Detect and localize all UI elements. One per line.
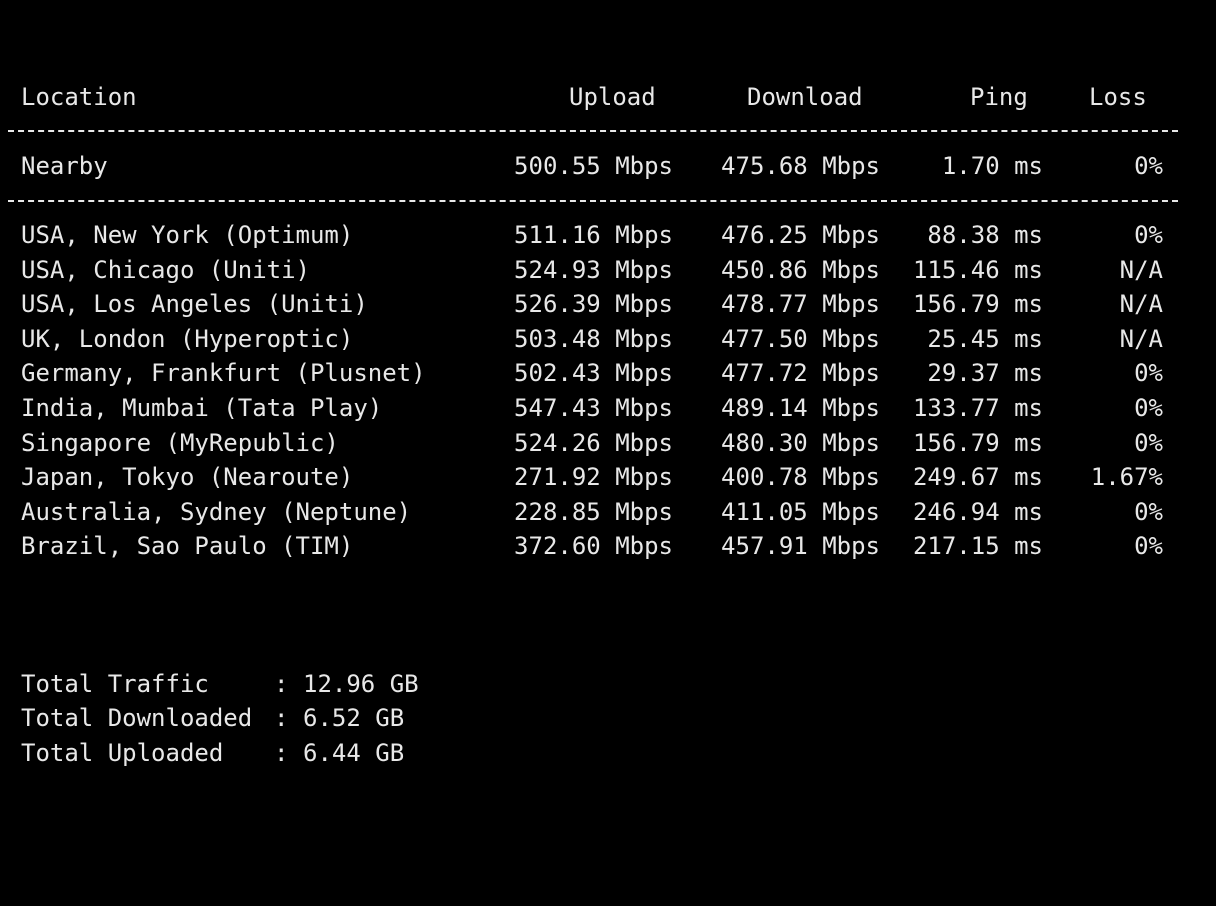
table-row: Japan, Tokyo (Nearoute) 271.92 Mbps 400.78… bbox=[0, 460, 1216, 494]
row-download: 411.05 Mbps bbox=[721, 497, 880, 526]
results-table-body: USA, New York (Optimum) 511.16 Mbps 476.25… bbox=[0, 218, 1216, 568]
row-download: 400.78 Mbps bbox=[721, 463, 880, 492]
row-location: USA, Chicago (Uniti) bbox=[21, 255, 310, 284]
row-upload: 372.60 Mbps bbox=[514, 532, 673, 561]
row-download: 450.86 Mbps bbox=[721, 255, 880, 284]
header-divider bbox=[8, 130, 1178, 132]
row-loss: 0% bbox=[1134, 428, 1163, 457]
header-ping: Ping bbox=[970, 83, 1028, 111]
row-ping: 156.79 ms bbox=[912, 428, 1043, 457]
summary-label: Total Uploaded bbox=[21, 739, 224, 767]
nearby-divider bbox=[8, 200, 1178, 202]
row-location: India, Mumbai (Tata Play) bbox=[21, 394, 383, 422]
table-row: Singapore (MyRepublic) 524.26 Mbps 480.30 … bbox=[0, 426, 1216, 460]
row-loss: 0% bbox=[1134, 359, 1163, 388]
table-row: Australia, Sydney (Neptune) 228.85 Mbps 41… bbox=[0, 495, 1216, 529]
row-loss: N/A bbox=[1119, 255, 1163, 284]
nearby-loss: 0% bbox=[1134, 152, 1163, 180]
row-upload: 503.48 Mbps bbox=[514, 324, 673, 353]
row-location: Japan, Tokyo (Nearoute) bbox=[21, 463, 354, 492]
row-download: 476.25 Mbps bbox=[721, 221, 880, 249]
row-location: Singapore (MyRepublic) bbox=[21, 428, 339, 457]
table-row: India, Mumbai (Tata Play) 547.43 Mbps 489.… bbox=[0, 391, 1216, 425]
table-row: USA, Chicago (Uniti) 524.93 Mbps 450.86 Mb… bbox=[0, 253, 1216, 287]
summary-value: 6.44 GB bbox=[303, 739, 405, 767]
summary-value: 12.96 GB bbox=[303, 670, 419, 698]
row-location: Germany, Frankfurt (Plusnet) bbox=[21, 359, 426, 388]
row-ping: 88.38 ms bbox=[927, 221, 1043, 249]
row-download: 480.30 Mbps bbox=[721, 428, 880, 457]
row-ping: 115.46 ms bbox=[912, 255, 1043, 284]
table-header-row: Location Upload Download Ping Loss bbox=[0, 80, 1216, 114]
nearby-row: Nearby 500.55 Mbps 475.68 Mbps 1.70 ms 0… bbox=[0, 149, 1216, 183]
row-upload: 502.43 Mbps bbox=[514, 359, 673, 388]
nearby-download: 475.68 Mbps bbox=[721, 152, 880, 180]
nearby-upload: 500.55 Mbps bbox=[514, 152, 673, 180]
row-location: UK, London (Hyperoptic) bbox=[21, 324, 354, 353]
row-upload: 271.92 Mbps bbox=[514, 463, 673, 492]
table-row: Brazil, Sao Paulo (TIM) 372.60 Mbps 457.91… bbox=[0, 529, 1216, 563]
row-loss: 0% bbox=[1134, 497, 1163, 526]
row-upload: 547.43 Mbps bbox=[514, 394, 673, 422]
table-row: Germany, Frankfurt (Plusnet) 502.43 Mbps 4… bbox=[0, 356, 1216, 390]
header-download: Download bbox=[747, 83, 863, 111]
row-location: USA, New York (Optimum) bbox=[21, 221, 354, 249]
summary-label: Total Traffic bbox=[21, 670, 209, 698]
row-loss: N/A bbox=[1119, 324, 1163, 353]
row-upload: 526.39 Mbps bbox=[514, 290, 673, 319]
nearby-ping: 1.70 ms bbox=[941, 152, 1043, 180]
summary-label: Total Downloaded bbox=[21, 704, 253, 732]
row-loss: 1.67% bbox=[1090, 463, 1163, 492]
summary-separator: : bbox=[274, 739, 289, 767]
row-ping: 249.67 ms bbox=[912, 463, 1043, 492]
row-location: Brazil, Sao Paulo (TIM) bbox=[21, 532, 354, 561]
summary-total-downloaded: Total Downloaded : 6.52 GB bbox=[0, 701, 1216, 735]
summary-value: 6.52 GB bbox=[303, 704, 405, 732]
row-ping: 25.45 ms bbox=[927, 324, 1043, 353]
row-ping: 217.15 ms bbox=[912, 532, 1043, 561]
header-location: Location bbox=[21, 83, 137, 111]
row-download: 489.14 Mbps bbox=[721, 394, 880, 422]
row-location: USA, Los Angeles (Uniti) bbox=[21, 290, 368, 319]
terminal-window: Location Upload Download Ping Loss Nearb… bbox=[0, 0, 1216, 864]
summary-separator: : bbox=[274, 670, 289, 698]
row-download: 457.91 Mbps bbox=[721, 532, 880, 561]
row-upload: 524.26 Mbps bbox=[514, 428, 673, 457]
summary-separator: : bbox=[274, 704, 289, 732]
table-row: USA, Los Angeles (Uniti) 526.39 Mbps 478.7… bbox=[0, 287, 1216, 321]
row-ping: 133.77 ms bbox=[912, 394, 1043, 422]
row-download: 478.77 Mbps bbox=[721, 290, 880, 319]
row-ping: 156.79 ms bbox=[912, 290, 1043, 319]
row-ping: 246.94 ms bbox=[912, 497, 1043, 526]
summary-total-traffic: Total Traffic : 12.96 GB bbox=[0, 667, 1216, 701]
row-ping: 29.37 ms bbox=[927, 359, 1043, 388]
header-upload: Upload bbox=[569, 83, 656, 111]
row-location: Australia, Sydney (Neptune) bbox=[21, 497, 412, 526]
row-loss: 0% bbox=[1134, 221, 1163, 249]
nearby-location: Nearby bbox=[21, 152, 108, 180]
row-download: 477.50 Mbps bbox=[721, 324, 880, 353]
table-row: USA, New York (Optimum) 511.16 Mbps 476.25… bbox=[0, 218, 1216, 252]
row-loss: 0% bbox=[1134, 532, 1163, 561]
row-loss: 0% bbox=[1134, 394, 1163, 422]
row-loss: N/A bbox=[1119, 290, 1163, 319]
summary-total-uploaded: Total Uploaded : 6.44 GB bbox=[0, 736, 1216, 770]
row-download: 477.72 Mbps bbox=[721, 359, 880, 388]
row-upload: 228.85 Mbps bbox=[514, 497, 673, 526]
header-loss: Loss bbox=[1089, 83, 1147, 111]
row-upload: 511.16 Mbps bbox=[514, 221, 673, 249]
table-row: UK, London (Hyperoptic) 503.48 Mbps 477.50… bbox=[0, 322, 1216, 356]
row-upload: 524.93 Mbps bbox=[514, 255, 673, 284]
